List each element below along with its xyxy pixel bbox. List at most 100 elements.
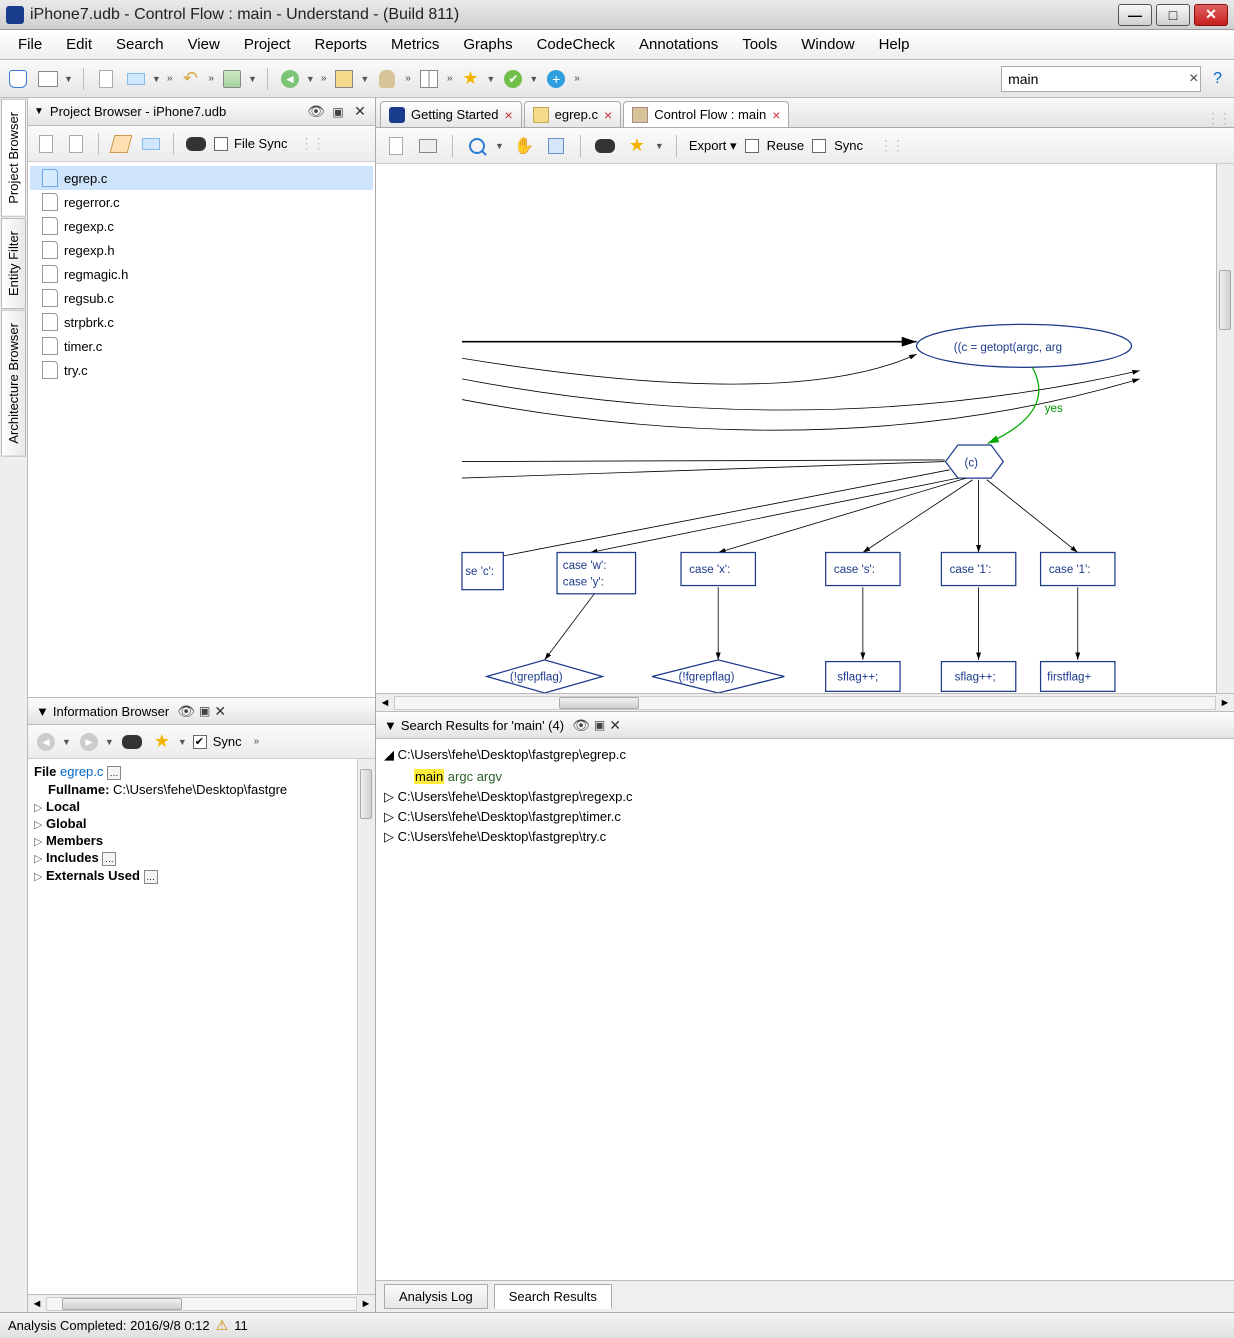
sync-checkbox[interactable] [193, 735, 207, 749]
maximize-panel-icon[interactable]: ▣ [329, 103, 347, 121]
split-icon[interactable] [417, 67, 441, 91]
collapse-icon[interactable]: ▼ [34, 106, 44, 117]
vertical-scrollbar[interactable] [1216, 164, 1234, 693]
file-item[interactable]: strpbrk.c [30, 310, 373, 334]
menu-reports[interactable]: Reports [305, 32, 378, 57]
search-result-path[interactable]: C:\Users\fehe\Desktop\fastgrep\egrep.c [398, 747, 626, 762]
info-horizontal-scrollbar[interactable]: ◄► [28, 1294, 375, 1312]
vertical-scrollbar[interactable] [357, 759, 375, 1294]
menu-tools[interactable]: Tools [732, 32, 787, 57]
db-icon[interactable] [6, 67, 30, 91]
warning-count[interactable]: 11 [234, 1318, 248, 1333]
overflow-icon[interactable]: » [208, 73, 214, 84]
overflow-icon[interactable]: » [574, 73, 580, 84]
toolbar-search[interactable]: × [1001, 66, 1201, 92]
reuse-checkbox[interactable] [745, 139, 759, 153]
info-section-global[interactable]: Global [46, 816, 86, 831]
select-icon[interactable] [544, 134, 568, 158]
menu-codecheck[interactable]: CodeCheck [527, 32, 625, 57]
tab-control-flow[interactable]: Control Flow : main × [623, 101, 789, 127]
sidetab-entity-filter[interactable]: Entity Filter [1, 218, 26, 309]
tree-icon[interactable] [332, 67, 356, 91]
star-icon[interactable]: ★ [458, 67, 482, 91]
close-tab-icon[interactable]: × [604, 107, 612, 123]
tab-egrep-c[interactable]: egrep.c × [524, 101, 622, 127]
dropdown-icon[interactable]: ▼ [306, 74, 315, 84]
clear-search-icon[interactable]: × [1189, 70, 1198, 88]
pin-icon[interactable]: 👁 [177, 703, 195, 720]
file-item[interactable]: regerror.c [30, 190, 373, 214]
menu-file[interactable]: File [8, 32, 52, 57]
page-icon[interactable] [94, 67, 118, 91]
star-icon[interactable]: ★ [150, 730, 174, 754]
copy-icon[interactable] [384, 134, 408, 158]
book-icon[interactable] [36, 67, 60, 91]
menu-window[interactable]: Window [791, 32, 864, 57]
overflow-icon[interactable]: » [167, 73, 173, 84]
back-icon[interactable]: ◄ [278, 67, 302, 91]
search-result-path[interactable]: C:\Users\fehe\Desktop\fastgrep\timer.c [398, 809, 621, 824]
dropdown-icon[interactable]: ▼ [152, 74, 161, 84]
warning-icon[interactable]: ⚠ [216, 1317, 229, 1334]
overflow-icon[interactable]: » [405, 73, 411, 84]
tab-search-results[interactable]: Search Results [494, 1284, 612, 1309]
file-item[interactable]: regexp.c [30, 214, 373, 238]
undo-icon[interactable]: ↶ [178, 67, 202, 91]
maximize-panel-icon[interactable]: ▣ [594, 718, 605, 732]
overflow-icon[interactable]: » [447, 73, 453, 84]
menu-view[interactable]: View [178, 32, 230, 57]
menu-help[interactable]: Help [869, 32, 920, 57]
print-icon[interactable] [416, 134, 440, 158]
edit-icon[interactable] [109, 132, 133, 156]
sidetab-architecture-browser[interactable]: Architecture Browser [1, 310, 26, 457]
dropdown-icon[interactable]: ▼ [178, 737, 187, 747]
more-icon[interactable]: … [144, 870, 158, 884]
dropdown-icon[interactable]: ▼ [486, 74, 495, 84]
more-icon[interactable]: … [102, 852, 116, 866]
file-item[interactable]: regexp.h [30, 238, 373, 262]
dropdown-icon[interactable]: ▼ [64, 74, 73, 84]
file-item[interactable]: regsub.c [30, 286, 373, 310]
zoom-icon[interactable] [465, 134, 489, 158]
menu-annotations[interactable]: Annotations [629, 32, 728, 57]
file-sync-checkbox[interactable] [214, 137, 228, 151]
menu-graphs[interactable]: Graphs [453, 32, 522, 57]
help-icon[interactable]: ? [1213, 70, 1222, 88]
add-icon[interactable]: + [544, 67, 568, 91]
file-item[interactable]: regmagic.h [30, 262, 373, 286]
binoculars-icon[interactable] [593, 134, 617, 158]
expand-icon[interactable] [34, 132, 58, 156]
collapse-icon[interactable] [64, 132, 88, 156]
module-icon[interactable] [220, 67, 244, 91]
overflow-icon[interactable]: » [254, 736, 260, 747]
file-item[interactable]: try.c [30, 358, 373, 382]
forward-icon[interactable]: ► [77, 730, 101, 754]
pan-icon[interactable]: ✋ [512, 134, 536, 158]
info-section-members[interactable]: Members [46, 833, 103, 848]
file-item[interactable]: egrep.c [30, 166, 373, 190]
search-result-path[interactable]: C:\Users\fehe\Desktop\fastgrep\regexp.c [398, 789, 633, 804]
menu-metrics[interactable]: Metrics [381, 32, 449, 57]
tab-getting-started[interactable]: Getting Started × [380, 101, 522, 127]
close-button[interactable]: ✕ [1194, 4, 1228, 26]
graph-horizontal-scrollbar[interactable]: ◄► [376, 693, 1234, 711]
dropdown-icon[interactable]: ▼ [495, 141, 504, 151]
eraser-icon[interactable] [139, 132, 163, 156]
control-flow-graph[interactable]: ((c = getopt(argc, arg yes (c) [376, 164, 1234, 693]
check-icon[interactable]: ✔ [501, 67, 525, 91]
binoculars-icon[interactable] [120, 730, 144, 754]
close-tab-icon[interactable]: × [504, 107, 512, 123]
sidetab-project-browser[interactable]: Project Browser [1, 99, 26, 217]
export-button[interactable]: Export ▾ [689, 138, 737, 154]
info-file-link[interactable]: egrep.c [60, 764, 103, 779]
search-input[interactable] [1008, 71, 1189, 87]
maximize-button[interactable]: □ [1156, 4, 1190, 26]
collapse-icon[interactable]: ▼ [36, 704, 49, 719]
close-tab-icon[interactable]: × [772, 107, 780, 123]
star-icon[interactable]: ★ [625, 134, 649, 158]
dropdown-icon[interactable]: ▼ [105, 737, 114, 747]
person-icon[interactable] [375, 67, 399, 91]
back-icon[interactable]: ◄ [34, 730, 58, 754]
tab-analysis-log[interactable]: Analysis Log [384, 1284, 488, 1309]
menu-search[interactable]: Search [106, 32, 174, 57]
